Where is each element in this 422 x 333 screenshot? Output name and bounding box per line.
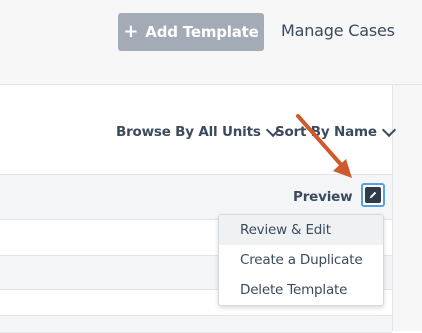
annotation-arrow [296, 114, 352, 178]
arrow-head [333, 159, 352, 178]
arrow-shaft [296, 114, 346, 170]
